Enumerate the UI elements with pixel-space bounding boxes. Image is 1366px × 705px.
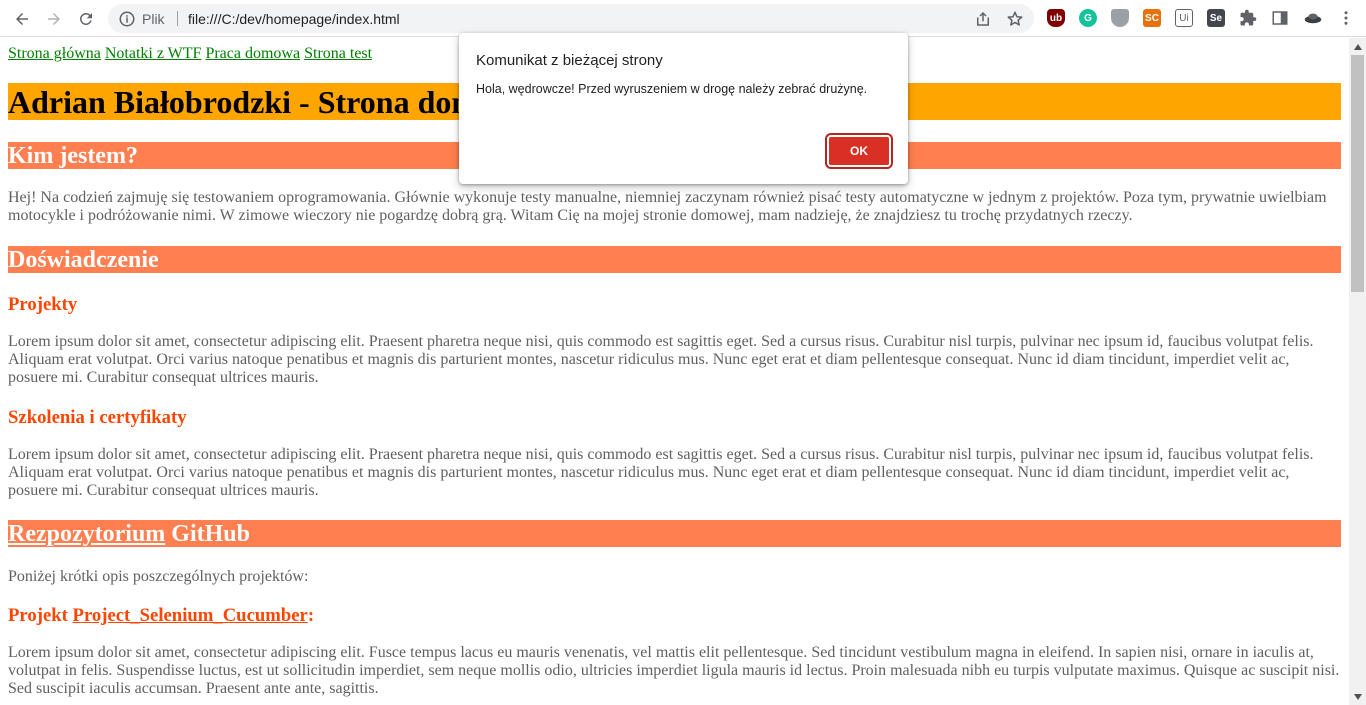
nav-link-wtf-notes[interactable]: Notatki z WTF [105,45,202,62]
side-panel-icon[interactable] [1271,9,1289,27]
url-text[interactable]: file:///C:/dev/homepage/index.html [188,11,400,27]
projects-heading: Projekty [8,294,78,315]
scroll-down-arrow-icon[interactable] [1349,688,1366,705]
scheme-separator [177,11,178,26]
dialog-title: Komunikat z bieżącej strony [476,52,663,69]
selectorshub-icon[interactable]: SC [1143,9,1161,27]
dialog-message: Hola, wędrowcze! Przed wyruszeniem w dro… [476,82,868,96]
ublock-icon[interactable]: ub [1047,9,1065,27]
nav-link-homework[interactable]: Praca domowa [205,45,300,62]
scroll-up-arrow-icon[interactable] [1349,38,1366,55]
trainings-paragraph: Lorem ipsum dolor sit amet, consectetur … [8,446,1314,499]
ui-extension-icon[interactable]: Ui [1175,9,1193,27]
repository-heading-rest: GitHub [165,521,250,547]
scroll-thumb[interactable] [1351,55,1364,292]
nav-link-home[interactable]: Strona główna [8,45,101,62]
project-prefix: Projekt [8,605,73,626]
back-button[interactable] [9,6,35,32]
project-selenium-paragraph: Lorem ipsum dolor sit amet, consectetur … [8,644,1340,697]
share-icon[interactable] [974,10,992,28]
repository-heading: Rezpozytorium GitHub [8,520,1341,547]
vertical-scrollbar[interactable] [1349,38,1366,705]
forward-arrow-icon [48,13,60,25]
project-suffix: : [307,605,315,626]
back-arrow-icon [16,13,28,25]
repository-link[interactable]: Rezpozytorium [8,521,165,547]
reload-button[interactable] [73,6,99,32]
grammarly-icon[interactable]: G [1079,9,1097,27]
shield-extension-icon[interactable] [1111,9,1129,27]
repository-intro: Poniżej krótki opis poszczególnych proje… [8,568,309,585]
experience-heading: Doświadczenie [8,246,1341,273]
extensions-puzzle-icon[interactable] [1239,9,1257,27]
browser-toolbar: Plik file:///C:/dev/homepage/index.html … [0,0,1366,37]
reload-icon [79,12,92,25]
project-selenium-heading: Projekt Project_Selenium_Cucumber: [8,605,1341,626]
scheme-label: Plik [142,11,165,27]
menu-kebab-icon[interactable] [1337,9,1355,27]
profile-avatar-icon[interactable] [1303,9,1323,27]
dialog-ok-button[interactable]: OK [825,133,893,169]
projects-paragraph: Lorem ipsum dolor sit amet, consectetur … [8,333,1314,386]
forward-button[interactable] [41,6,67,32]
project-selenium-link[interactable]: Project_Selenium_Cucumber [73,605,308,626]
info-icon[interactable] [118,10,136,28]
selenium-ide-icon[interactable]: Se [1207,9,1225,27]
alert-dialog: Komunikat z bieżącej strony Hola, wędrow… [459,33,908,184]
about-paragraph: Hej! Na codzień zajmuję się testowaniem … [8,189,1327,224]
nav-link-test-page[interactable]: Strona test [304,45,372,62]
bookmark-star-icon[interactable] [1006,10,1024,28]
trainings-heading: Szkolenia i certyfikaty [8,407,187,428]
address-bar[interactable]: Plik file:///C:/dev/homepage/index.html [108,4,1034,33]
